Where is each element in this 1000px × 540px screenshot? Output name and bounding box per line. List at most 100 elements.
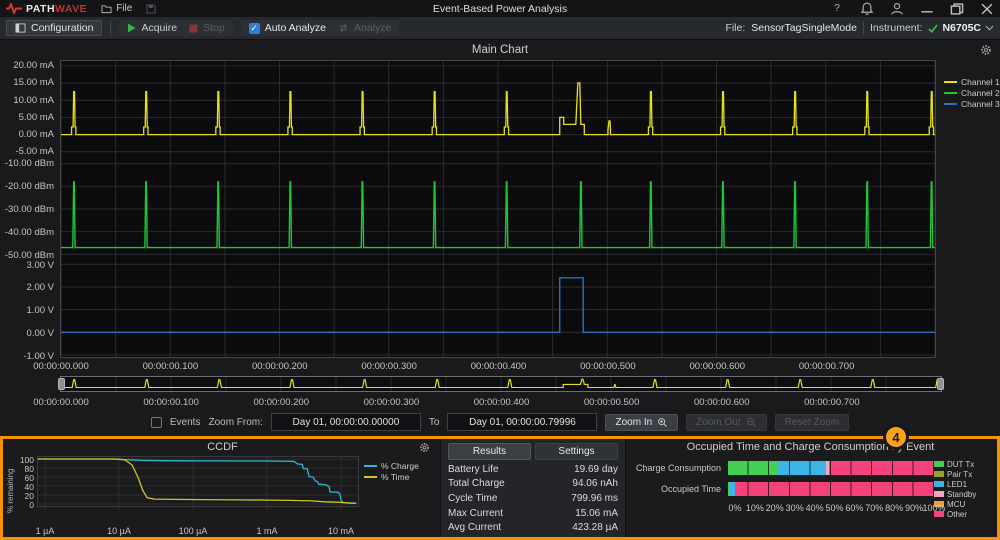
ccdf-y-axis-label: % remaining	[5, 456, 16, 525]
bar-segment-other[interactable]	[735, 482, 934, 496]
ccdf-legend-entry[interactable]: % Time	[364, 471, 440, 482]
legend-swatch	[944, 103, 957, 105]
y-tick-label: 5.00 mA	[19, 112, 54, 123]
ccdf-title: CCDF	[207, 441, 238, 453]
main-chart-plot[interactable]	[60, 60, 936, 358]
results-table: Battery Life19.69 dayTotal Charge94.06 n…	[448, 462, 618, 535]
main-chart-y-axis: 20.00 mA15.00 mA10.00 mA5.00 mA0.00 mA-5…	[0, 60, 60, 358]
bar-segment-led1[interactable]	[729, 482, 735, 496]
result-label: Avg Current	[448, 522, 501, 533]
main-chart-title: Main Chart	[0, 44, 1000, 56]
analysis-panel: 4 CCDF % remaining 100806040200 % Charge…	[0, 436, 1000, 540]
x-tick-label: 00:00:00.300	[364, 397, 419, 408]
zoom-from-label: Zoom From:	[208, 417, 262, 428]
bar-segment-dut-tx[interactable]	[728, 461, 778, 475]
checkbox-checked-icon: ✓	[249, 23, 260, 34]
legend-entry[interactable]: Channel 2	[944, 87, 1000, 98]
occupied-bars: Charge ConsumptionOccupied Time0%10%20%3…	[630, 456, 934, 537]
main-chart-x-axis: 00:00:00.00000:00:00.10000:00:00.20000:0…	[61, 358, 936, 374]
instrument-selector[interactable]: N6705C	[928, 22, 994, 34]
bar-label: Charge Consumption	[630, 463, 728, 473]
legend-entry[interactable]: Channel 3	[944, 98, 1000, 109]
y-tick-label: 20.00 mA	[13, 60, 54, 71]
close-icon[interactable]	[980, 2, 994, 16]
overview-strip[interactable]	[60, 376, 942, 392]
restore-icon[interactable]	[950, 2, 964, 16]
save-icon[interactable]	[146, 4, 156, 14]
notifications-icon[interactable]	[860, 2, 874, 16]
occupied-legend: DUT TxPair TxLED1StandbyMCUOther	[934, 456, 991, 537]
overview-x-axis: 00:00:00.00000:00:00.10000:00:00.20000:0…	[61, 394, 942, 408]
x-tick-label: 00:00:00.400	[471, 361, 526, 372]
x-tick-label: 00:00:00.700	[804, 397, 859, 408]
x-tick-label: 00:00:00.500	[584, 397, 639, 408]
result-row: Battery Life19.69 day	[448, 464, 618, 475]
zoom-to-input[interactable]	[447, 413, 597, 431]
configuration-button[interactable]: Configuration	[6, 20, 102, 36]
overview-right-handle[interactable]	[937, 378, 944, 390]
zoom-in-button[interactable]: Zoom In	[605, 414, 678, 431]
auto-analyze-checkbox[interactable]: ✓ Auto Analyze	[249, 22, 326, 34]
titlebar: PATHWAVE File Event-Based Power Analysis…	[0, 0, 1000, 17]
result-row: Avg Current 423.28 µA	[448, 522, 618, 533]
result-row: Cycle Time799.96 ms	[448, 493, 618, 504]
y-tick-label: -10.00 dBm	[5, 158, 54, 169]
analyze-button[interactable]: Analyze	[338, 22, 391, 34]
y-tick-label: 10.00 mA	[13, 95, 54, 106]
bar-track	[728, 482, 934, 496]
toolbar: Configuration Acquire Stop ✓ Auto Analyz…	[0, 17, 1000, 40]
events-checkbox[interactable]	[151, 417, 162, 428]
y-tick-label: 0.00 V	[27, 328, 54, 339]
ccdf-y-ticks: 100806040200	[16, 456, 37, 525]
occupied-legend-entry[interactable]: LED1	[934, 479, 991, 489]
ccdf-legend-entry[interactable]: % Charge	[364, 460, 440, 471]
ccdf-series	[38, 459, 356, 503]
main-chart-settings-gear-icon[interactable]	[980, 44, 992, 56]
ccdf-panel: CCDF % remaining 100806040200 % Charge% …	[3, 439, 440, 537]
user-icon[interactable]	[890, 2, 904, 16]
tab-settings[interactable]: Settings	[535, 443, 618, 460]
zoom-from-input[interactable]	[271, 413, 421, 431]
bar-segment-standby[interactable]	[826, 461, 829, 475]
acquire-button[interactable]: Acquire	[127, 22, 177, 34]
bar-segment-led1[interactable]	[778, 461, 825, 475]
help-icon[interactable]: ?	[830, 2, 844, 16]
file-value: SensorTagSingleMode	[751, 22, 857, 34]
ccdf-plot[interactable]	[37, 456, 359, 510]
reset-zoom-button[interactable]: Reset Zoom	[775, 414, 849, 431]
occupied-panel: Occupied Time and Charge Consumption by …	[626, 439, 997, 537]
minimize-icon[interactable]	[920, 2, 934, 16]
legend-entry[interactable]: Channel 1	[944, 76, 1000, 87]
stop-icon	[189, 24, 198, 33]
x-tick-label: 00:00:00.300	[361, 361, 416, 372]
occupied-x-tick: 50%	[825, 503, 843, 513]
stop-button[interactable]: Stop	[189, 22, 225, 34]
y-tick-label: -30.00 dBm	[5, 204, 54, 215]
result-value: 423.28 µA	[572, 522, 618, 533]
bar-segment-dut-tx[interactable]	[728, 482, 729, 496]
file-menu[interactable]: File	[101, 3, 132, 14]
zoom-out-button[interactable]: Zoom Out	[686, 414, 766, 431]
main-chart-legend: Channel 1Channel 2Channel 3	[936, 60, 1000, 358]
chevron-down-icon	[985, 25, 994, 31]
result-label: Battery Life	[448, 464, 499, 475]
check-icon	[928, 24, 938, 33]
occupied-legend-entry[interactable]: DUT Tx	[934, 459, 991, 469]
app-window: PATHWAVE File Event-Based Power Analysis…	[0, 0, 1000, 540]
folder-icon	[101, 4, 112, 14]
analyze-icon	[338, 23, 349, 33]
occupied-x-tick: 60%	[845, 503, 863, 513]
x-tick-label: 00:00:00.400	[474, 397, 529, 408]
overview-left-handle[interactable]	[58, 378, 65, 390]
ccdf-settings-gear-icon[interactable]	[419, 442, 430, 453]
tab-results[interactable]: Results	[448, 443, 531, 460]
result-value: 15.06 mA	[575, 508, 618, 519]
ccdf-x-ticks: 1 µA10 µA100 µA1 mA10 mA	[37, 525, 359, 537]
occupied-legend-entry[interactable]: Standby	[934, 489, 991, 499]
bar-segment-other[interactable]	[829, 461, 934, 475]
occupied-x-tick: 30%	[786, 503, 804, 513]
occupied-legend-entry[interactable]: Pair Tx	[934, 469, 991, 479]
occupied-x-tick: 80%	[885, 503, 903, 513]
bar-label: Occupied Time	[630, 484, 728, 494]
x-tick-label: 00:00:00.600	[694, 397, 749, 408]
